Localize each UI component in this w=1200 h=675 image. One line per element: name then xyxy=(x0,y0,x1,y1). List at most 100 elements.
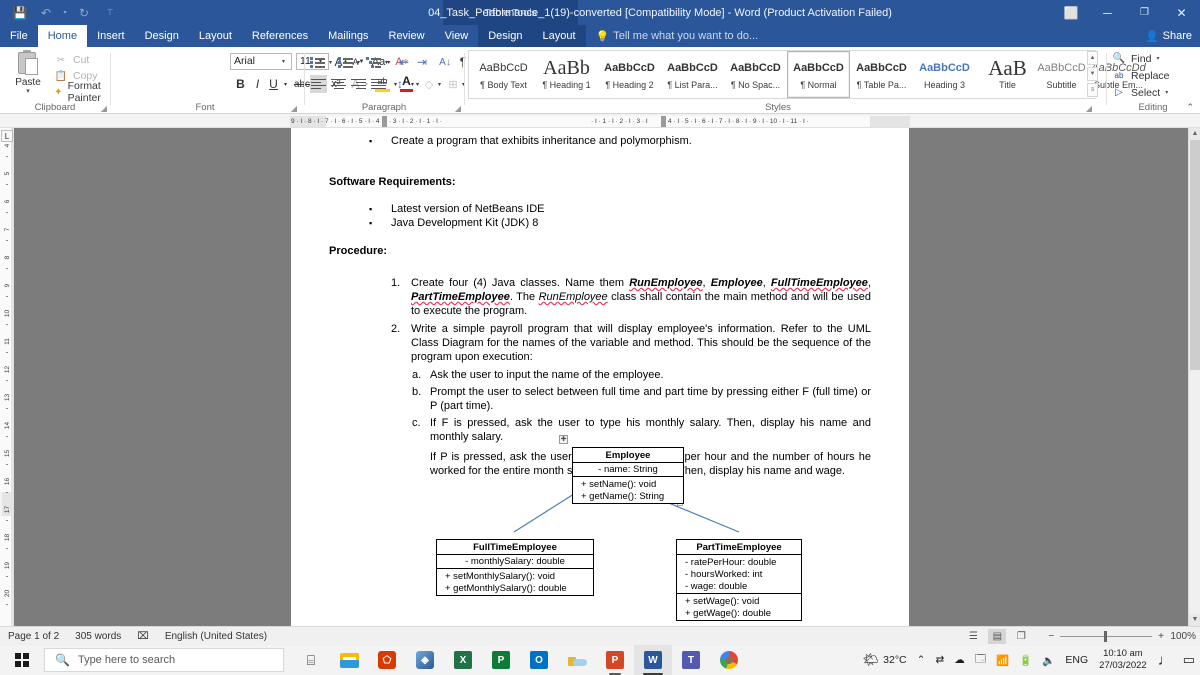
align-left-button[interactable] xyxy=(310,75,327,93)
taskbar-powerpoint[interactable]: P xyxy=(596,645,634,675)
meet-now-icon[interactable]: ♩ xyxy=(1153,645,1178,675)
taskbar-file-explorer[interactable] xyxy=(330,645,368,675)
network-settings-icon[interactable]: ⇄ xyxy=(930,645,949,675)
style-heading-2[interactable]: AaBbCcD ¶ Heading 2 xyxy=(598,51,661,98)
bullets-button[interactable] xyxy=(310,53,326,71)
align-center-button[interactable] xyxy=(330,75,347,93)
taskbar-word[interactable]: W xyxy=(634,645,672,675)
cut-button[interactable]: ✂ Cut xyxy=(54,52,90,68)
font-dialog-launcher[interactable]: ◢ xyxy=(291,104,297,113)
tab-table-design[interactable]: Design xyxy=(478,25,533,47)
styles-scroll-up-button[interactable]: ▲ xyxy=(1087,51,1098,65)
minimize-button[interactable]: ─ xyxy=(1089,0,1126,25)
multilevel-list-button[interactable] xyxy=(366,53,382,71)
tab-mailings[interactable]: Mailings xyxy=(318,25,378,47)
wifi-icon[interactable]: 📶 xyxy=(991,645,1014,675)
scroll-down-button[interactable]: ▼ xyxy=(1189,614,1200,626)
tell-me-search[interactable]: 💡 Tell me what you want to do... xyxy=(586,25,769,47)
underline-dropdown-icon[interactable]: ▾ xyxy=(281,75,290,93)
uml-class-employee[interactable]: Employee - name: String + setName(): voi… xyxy=(572,447,684,504)
zoom-slider-handle[interactable] xyxy=(1104,631,1108,642)
sort-button[interactable]: A↓ xyxy=(436,53,454,71)
justify-button[interactable] xyxy=(370,75,387,93)
task-view-button[interactable]: ⌸ xyxy=(292,645,330,675)
italic-button[interactable]: I xyxy=(251,75,264,93)
clipboard-dialog-launcher[interactable]: ◢ xyxy=(101,104,107,113)
taskbar-onedrive[interactable] xyxy=(558,645,596,675)
uml-class-fulltime-employee[interactable]: FullTimeEmployee - monthlySalary: double… xyxy=(436,539,594,596)
web-layout-button[interactable]: ❐ xyxy=(1012,629,1030,644)
start-button[interactable] xyxy=(0,645,44,675)
increase-indent-button[interactable]: ⇥ xyxy=(414,53,430,71)
vertical-ruler[interactable]: L 4 5 6 7 8 9 10 11 12 13 14 15 16 17 18 19 20 xyxy=(0,128,14,626)
zoom-out-button[interactable]: − xyxy=(1048,631,1054,642)
zoom-in-button[interactable]: + xyxy=(1158,631,1164,642)
style-list-paragraph[interactable]: AaBbCcD ¶ List Para... xyxy=(661,51,724,98)
taskbar-3d-viewer[interactable]: ◈ xyxy=(406,645,444,675)
proofing-status[interactable]: ⌧ xyxy=(129,631,157,642)
battery-icon[interactable]: 🔋 xyxy=(1014,645,1037,675)
tray-expand-button[interactable]: ⌃ xyxy=(912,645,931,675)
close-button[interactable]: ✕ xyxy=(1163,0,1200,25)
borders-button[interactable]: ⊞ xyxy=(446,75,460,93)
language-indicator[interactable]: English (United States) xyxy=(157,631,275,642)
taskbar-chrome[interactable] xyxy=(710,645,748,675)
document-canvas[interactable]: ▪ Create a program that exhibits inherit… xyxy=(14,128,1200,626)
styles-scroll-down-button[interactable]: ▼ xyxy=(1087,67,1098,81)
clock[interactable]: 10:10 am 27/03/2022 xyxy=(1093,648,1153,672)
uml-class-parttime-employee[interactable]: PartTimeEmployee - ratePerHour: double -… xyxy=(676,539,802,621)
numbering-button[interactable] xyxy=(338,53,354,71)
bold-button[interactable]: B xyxy=(234,75,247,93)
styles-more-button[interactable]: ≡ xyxy=(1087,83,1098,97)
underline-button[interactable]: U xyxy=(267,75,280,93)
find-button[interactable]: 🔍 Find ▾ xyxy=(1112,50,1160,67)
zoom-level[interactable]: 100% xyxy=(1170,631,1196,642)
restore-button[interactable]: ❐ xyxy=(1126,0,1163,25)
word-count[interactable]: 305 words xyxy=(67,631,129,642)
print-layout-button[interactable]: ▤ xyxy=(988,629,1007,644)
left-indent-marker[interactable] xyxy=(382,116,387,127)
paste-dropdown-icon[interactable]: ▾ xyxy=(26,87,30,95)
taskbar-publisher[interactable]: P xyxy=(482,645,520,675)
right-indent-marker[interactable] xyxy=(661,116,666,127)
tab-design[interactable]: Design xyxy=(135,25,189,47)
multilevel-dropdown-icon[interactable]: ▾ xyxy=(382,53,391,71)
select-button[interactable]: ▷ Select ▾ xyxy=(1112,84,1168,101)
taskbar-search-input[interactable]: 🔍 Type here to search xyxy=(44,648,284,672)
weather-widget[interactable]: 🌤 32°C xyxy=(858,645,912,675)
document-page[interactable]: ▪ Create a program that exhibits inherit… xyxy=(291,128,909,626)
numbering-dropdown-icon[interactable]: ▾ xyxy=(354,53,363,71)
taskbar-outlook[interactable]: O xyxy=(520,645,558,675)
ribbon-display-options-icon[interactable]: ⬜ xyxy=(1057,0,1085,25)
vertical-scrollbar[interactable]: ▲ ▼ xyxy=(1188,128,1200,626)
scroll-up-button[interactable]: ▲ xyxy=(1189,128,1200,140)
paragraph-dialog-launcher[interactable]: ◢ xyxy=(455,104,461,113)
format-painter-button[interactable]: ✦ Format Painter xyxy=(54,80,110,104)
notification-center-icon[interactable]: ▭ xyxy=(1178,645,1200,675)
style-body-text[interactable]: AaBbCcD ¶ Body Text xyxy=(472,51,535,98)
style-no-spacing[interactable]: AaBbCcD ¶ No Spac... xyxy=(724,51,787,98)
sync-tray-icon[interactable]: 🗔 xyxy=(970,645,991,675)
horizontal-ruler[interactable]: 9 · I · 8 · I · 7 · I · 6 · I · 5 · I · … xyxy=(0,114,1200,128)
page-indicator[interactable]: Page 1 of 2 xyxy=(0,631,67,642)
shading-dropdown-icon[interactable]: ▾ xyxy=(435,75,444,93)
decrease-indent-button[interactable]: ⇤ xyxy=(396,53,412,71)
language-tray-indicator[interactable]: ENG xyxy=(1060,645,1093,675)
style-heading-3[interactable]: AaBbCcD Heading 3 xyxy=(913,51,976,98)
replace-button[interactable]: ab Replace xyxy=(1112,67,1170,84)
tab-layout[interactable]: Layout xyxy=(189,25,242,47)
style-table-paragraph[interactable]: AaBbCcD ¶ Table Pa... xyxy=(850,51,913,98)
styles-dialog-launcher[interactable]: ◢ xyxy=(1086,104,1092,113)
taskbar-teams[interactable]: T xyxy=(672,645,710,675)
style-heading-1[interactable]: AaBb ¶ Heading 1 xyxy=(535,51,598,98)
read-mode-button[interactable]: ☰ xyxy=(964,629,982,644)
style-subtitle[interactable]: AaBbCcD Subtitle xyxy=(1030,51,1093,98)
onedrive-tray-icon[interactable]: ☁ xyxy=(949,645,970,675)
tab-references[interactable]: References xyxy=(242,25,318,47)
object-anchor-handle[interactable]: ✚ xyxy=(559,435,568,444)
scrollbar-thumb[interactable] xyxy=(1190,140,1200,370)
tab-view[interactable]: View xyxy=(435,25,479,47)
line-spacing-button[interactable]: ↕ xyxy=(392,75,408,93)
tab-insert[interactable]: Insert xyxy=(87,25,135,47)
shading-button[interactable]: ◇ xyxy=(422,75,436,93)
